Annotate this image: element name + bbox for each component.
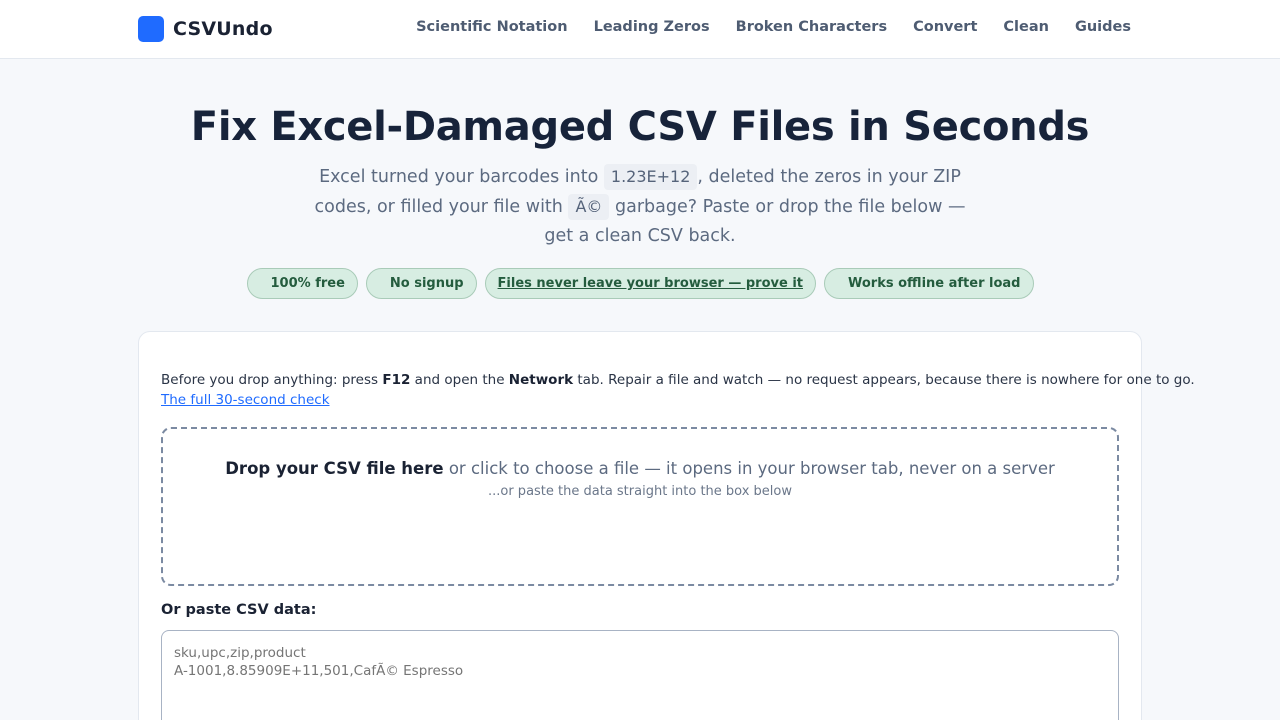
full-check-link[interactable]: The full 30-second check: [161, 392, 330, 408]
note-text-3: tab. Repair a file and watch — no reques…: [577, 372, 1195, 388]
paste-label: Or paste CSV data:: [161, 602, 317, 618]
feature-badges: 100% free No signup Files never leave yo…: [0, 268, 1280, 299]
dropzone-subtext: ...or paste the data straight into the b…: [487, 484, 793, 499]
badge-free: 100% free: [246, 268, 358, 299]
top-bar: CSVUndo Scientific Notation Leading Zero…: [0, 0, 1280, 59]
note-text-1: Before you drop anything: press: [161, 372, 379, 388]
dropzone-rest: or click to choose a file — it opens in …: [448, 459, 1055, 478]
note-text-2: and open the: [414, 372, 505, 388]
dropzone-text: Drop your CSV file here or click to choo…: [163, 459, 1117, 478]
page-title: Fix Excel-Damaged CSV Files in Seconds: [190, 104, 1090, 150]
hero-subtitle: Excel turned your barcodes into 1.23E+12…: [300, 163, 980, 252]
dropzone-bold: Drop your CSV file here: [225, 459, 444, 478]
nav-clean[interactable]: Clean: [1003, 19, 1049, 35]
nav-scientific-notation[interactable]: Scientific Notation: [416, 19, 567, 35]
scientific-notation-example: 1.23E+12: [603, 164, 698, 190]
nav-convert[interactable]: Convert: [913, 19, 977, 35]
repair-card: Before you drop anything: press F12 and …: [138, 331, 1195, 720]
csv-paste-input[interactable]: [161, 630, 1119, 720]
file-dropzone[interactable]: Drop your CSV file here or click to choo…: [161, 427, 1119, 586]
hero-sub-text-1: Excel turned your barcodes into: [319, 167, 599, 187]
badge-offline: Works offline after load: [824, 268, 1034, 299]
badge-no-signup: No signup: [365, 268, 477, 299]
note-key-f12: F12: [382, 372, 411, 388]
nav-broken-characters[interactable]: Broken Characters: [736, 19, 887, 35]
nav-leading-zeros[interactable]: Leading Zeros: [594, 19, 710, 35]
note-key-network: Network: [508, 372, 574, 388]
brand-name: CSVUndo: [173, 18, 273, 40]
main-nav: Scientific Notation Leading Zeros Broken…: [390, 19, 1131, 35]
privacy-note: Before you drop anything: press F12 and …: [161, 370, 1195, 390]
badge-privacy-proof-link[interactable]: Files never leave your browser — prove i…: [484, 268, 816, 299]
mojibake-example: Ã©: [568, 193, 610, 220]
nav-guides[interactable]: Guides: [1075, 19, 1131, 35]
logo-icon: [138, 16, 164, 42]
brand[interactable]: CSVUndo: [138, 16, 273, 42]
